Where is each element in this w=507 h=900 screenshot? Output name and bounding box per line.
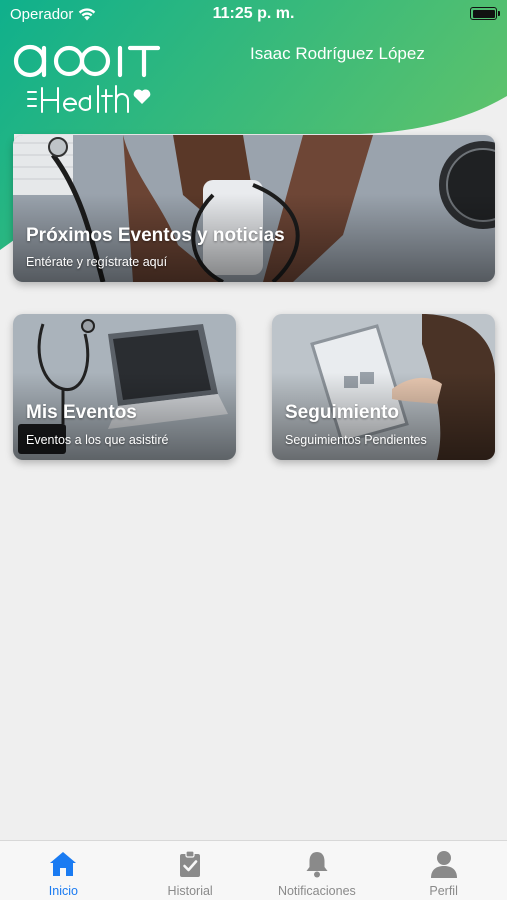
card-subtitle: Eventos a los que asistiré	[26, 433, 169, 447]
card-subtitle: Entérate y regístrate aquí	[26, 255, 168, 269]
tab-bar: Inicio Historial Notificaciones Perfil	[0, 840, 507, 900]
clipboard-check-icon	[180, 850, 201, 877]
app-logo	[13, 44, 161, 113]
tab-label: Notificaciones	[277, 884, 356, 898]
card-title: Próximos Eventos y noticias	[26, 225, 285, 246]
status-time: 11:25 p. m.	[212, 5, 295, 22]
card-title: Mis Eventos	[26, 402, 137, 423]
upcoming-events-card[interactable]: Próximos Eventos y noticias Entérate y r…	[13, 135, 495, 282]
status-bar: Operador 11:25 p. m.	[0, 0, 507, 28]
card-title: Seguimiento	[285, 402, 400, 423]
tab-perfil[interactable]: Perfil	[380, 841, 507, 900]
battery-icon	[470, 7, 500, 20]
my-events-card[interactable]: Mis Eventos Eventos a los que asistiré	[13, 314, 236, 460]
card-subtitle: Seguimientos Pendientes	[285, 433, 427, 447]
tab-label: Perfil	[429, 884, 458, 898]
tab-historial[interactable]: Historial	[127, 841, 254, 900]
tab-label: Inicio	[48, 884, 78, 898]
bell-icon	[306, 852, 328, 878]
home-icon	[50, 852, 77, 876]
user-name: Isaac Rodríguez López	[250, 44, 425, 63]
tab-inicio[interactable]: Inicio	[0, 841, 127, 900]
tab-notificaciones[interactable]: Notificaciones	[254, 841, 381, 900]
person-icon	[430, 851, 457, 878]
follow-up-card[interactable]: Seguimiento Seguimientos Pendientes	[272, 314, 495, 460]
tab-label: Historial	[167, 884, 213, 898]
